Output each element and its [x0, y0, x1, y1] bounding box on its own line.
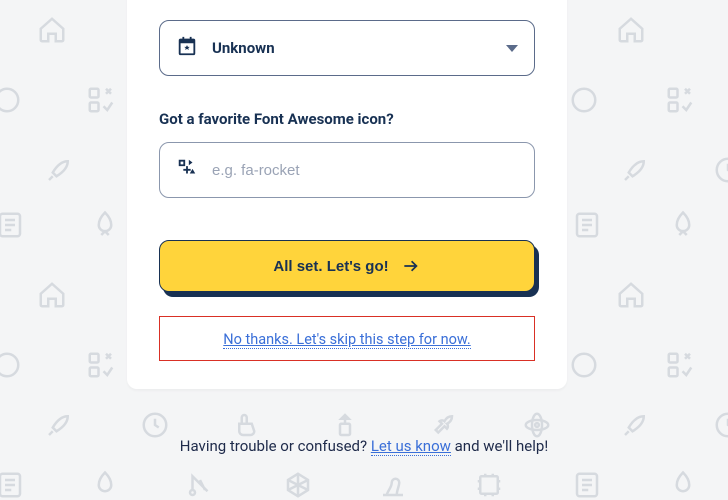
favorite-icon-label: Got a favorite Font Awesome icon?	[159, 110, 535, 128]
skip-highlight-box: No thanks. Let's skip this step for now.	[159, 316, 535, 361]
favorite-icon-input[interactable]	[212, 162, 518, 179]
calendar-star-icon	[176, 35, 198, 61]
footer-post: and we'll help!	[451, 437, 548, 455]
submit-button-label: All set. Let's go!	[273, 258, 388, 275]
icons-grid-icon	[176, 157, 198, 183]
skip-link[interactable]: No thanks. Let's skip this step for now.	[223, 331, 470, 349]
submit-button[interactable]: All set. Let's go!	[159, 240, 535, 292]
footer-link[interactable]: Let us know	[371, 437, 451, 456]
footer-help-text: Having trouble or confused? Let us know …	[0, 437, 728, 455]
favorite-icon-field-wrap	[159, 142, 535, 198]
arrow-right-icon	[401, 256, 421, 276]
select-dropdown[interactable]: Unknown	[159, 20, 535, 76]
chevron-down-icon	[506, 45, 518, 52]
select-value: Unknown	[212, 39, 275, 57]
onboarding-card: Unknown Got a favorite Font Awesome icon…	[127, 0, 567, 389]
footer-pre: Having trouble or confused?	[180, 437, 371, 455]
